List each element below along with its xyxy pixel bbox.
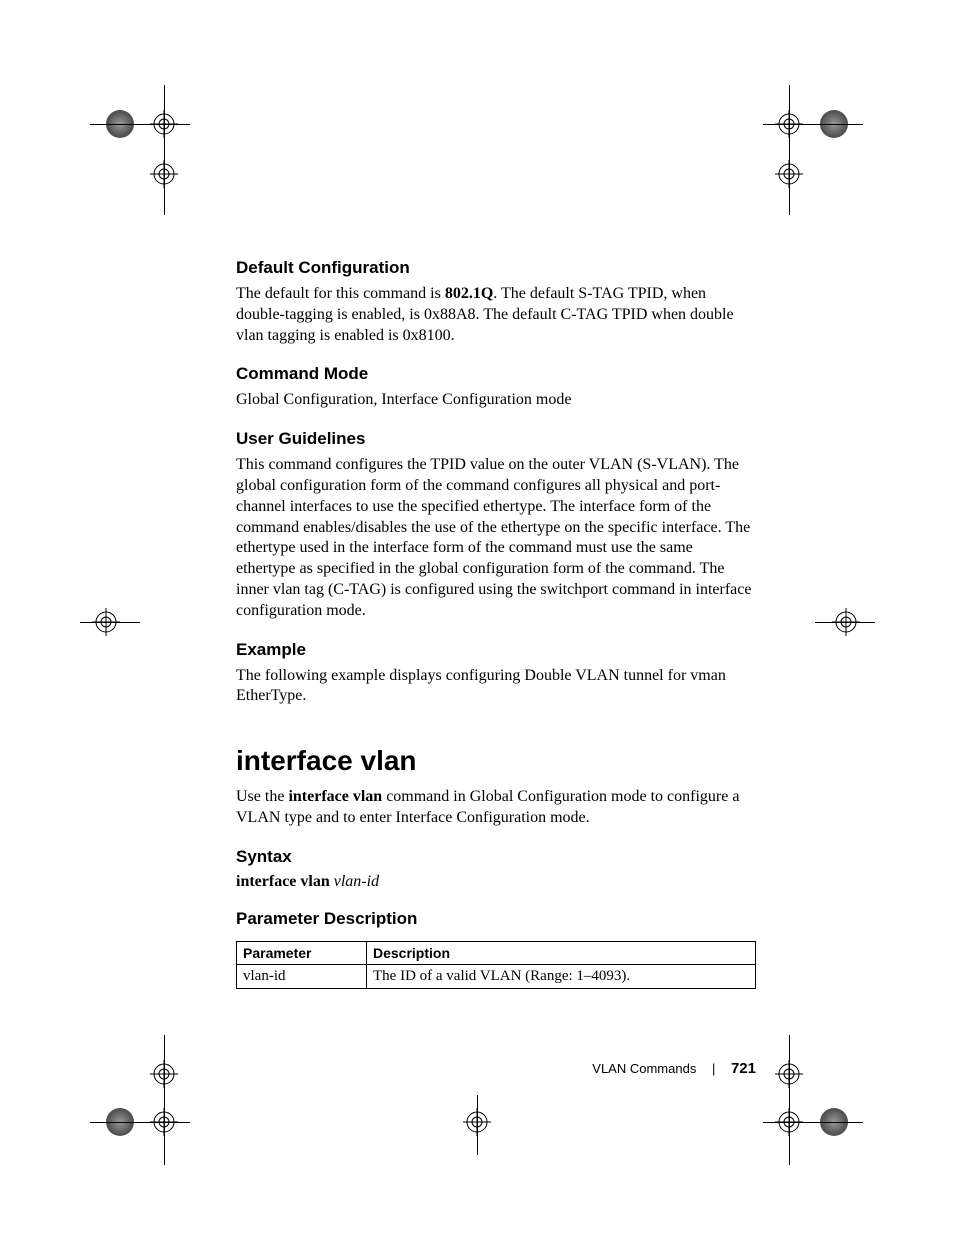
regmark-target xyxy=(150,160,178,188)
heading-user-guidelines: User Guidelines xyxy=(236,429,756,449)
paragraph: The following example displays configuri… xyxy=(236,666,756,708)
cropline xyxy=(815,622,875,623)
cropline xyxy=(80,622,140,623)
cropline xyxy=(763,124,863,125)
cropline xyxy=(90,124,190,125)
table-row: vlan-id The ID of a valid VLAN (Range: 1… xyxy=(237,964,756,988)
table-header-parameter: Parameter xyxy=(237,941,367,964)
cropline xyxy=(90,1122,190,1123)
cropline xyxy=(164,1035,165,1165)
footer-separator: | xyxy=(712,1061,715,1076)
syntax-command: interface vlan xyxy=(236,873,330,890)
text: The default for this command is xyxy=(236,285,445,302)
text-bold: 802.1Q xyxy=(445,285,493,302)
parameter-table: Parameter Description vlan-id The ID of … xyxy=(236,941,756,989)
table-header-row: Parameter Description xyxy=(237,941,756,964)
table-header-description: Description xyxy=(367,941,756,964)
page-footer: VLAN Commands | 721 xyxy=(236,1060,756,1077)
cropline xyxy=(164,85,165,215)
paragraph: Use the interface vlan command in Global… xyxy=(236,787,756,829)
footer-page-number: 721 xyxy=(731,1060,756,1077)
footer-section-name: VLAN Commands xyxy=(592,1061,696,1076)
command-title: interface vlan xyxy=(236,745,756,777)
heading-default-configuration: Default Configuration xyxy=(236,258,756,278)
regmark-target xyxy=(775,160,803,188)
paragraph: Global Configuration, Interface Configur… xyxy=(236,390,756,411)
table-cell-description: The ID of a valid VLAN (Range: 1–4093). xyxy=(367,964,756,988)
syntax-line: interface vlan vlan-id xyxy=(236,873,756,891)
text: Use the xyxy=(236,788,288,805)
cropline xyxy=(763,1122,863,1123)
page-body: Default Configuration The default for th… xyxy=(236,258,756,989)
table-cell-parameter: vlan-id xyxy=(237,964,367,988)
cropline xyxy=(789,1035,790,1165)
text-bold: interface vlan xyxy=(288,788,382,805)
paragraph: This command configures the TPID value o… xyxy=(236,455,756,621)
heading-example: Example xyxy=(236,640,756,660)
syntax-argument: vlan-id xyxy=(334,873,379,890)
heading-syntax: Syntax xyxy=(236,847,756,867)
paragraph: The default for this command is 802.1Q. … xyxy=(236,284,756,346)
heading-command-mode: Command Mode xyxy=(236,364,756,384)
heading-parameter-description: Parameter Description xyxy=(236,909,756,929)
cropline xyxy=(789,85,790,215)
cropline xyxy=(477,1095,478,1155)
